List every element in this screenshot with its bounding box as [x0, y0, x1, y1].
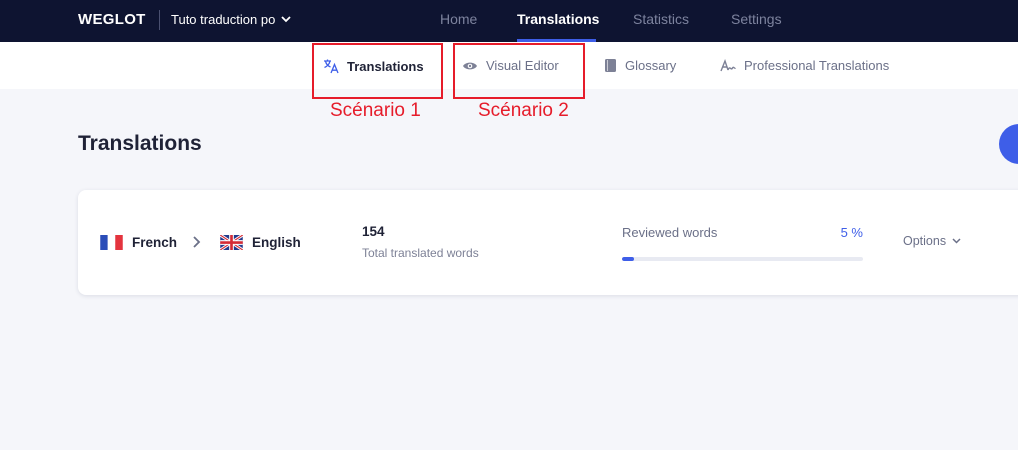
translated-words-label: Total translated words: [362, 246, 479, 260]
reviewed-words-percent: 5 %: [840, 225, 863, 240]
chevron-right-icon: [193, 236, 201, 248]
nav-settings[interactable]: Settings: [731, 11, 782, 27]
nav-statistics[interactable]: Statistics: [633, 11, 689, 27]
france-flag-icon: [100, 235, 123, 250]
target-language: English: [220, 235, 301, 250]
subtab-glossary[interactable]: Glossary: [604, 58, 676, 73]
page-title: Translations: [78, 132, 202, 155]
chevron-down-icon: [952, 238, 961, 244]
source-language-label: French: [132, 235, 178, 250]
language-pair-card[interactable]: French English 154 Total translated word…: [78, 190, 1018, 295]
subtab-glossary-label: Glossary: [625, 58, 677, 73]
project-name: Tuto traduction po: [171, 12, 276, 27]
translated-words-count: 154: [362, 224, 385, 239]
chevron-down-icon: [281, 16, 291, 23]
options-dropdown[interactable]: Options: [903, 234, 961, 248]
scenario-2-highlight-box: [453, 43, 585, 99]
action-button[interactable]: [999, 124, 1018, 164]
target-language-label: English: [252, 235, 301, 250]
weglot-logo[interactable]: WEGLOT: [78, 11, 146, 28]
uk-flag-icon: [220, 235, 243, 250]
reviewed-words-label: Reviewed words: [622, 225, 718, 240]
options-label: Options: [903, 234, 947, 248]
book-icon: [605, 59, 616, 72]
signature-icon: [720, 58, 736, 71]
scenario-2-label: Scénario 2: [478, 100, 569, 121]
reviewed-progress-bar: [622, 257, 863, 261]
scenario-1-label: Scénario 1: [330, 100, 421, 121]
nav-translations[interactable]: Translations: [517, 11, 599, 27]
nav-home[interactable]: Home: [440, 11, 477, 27]
logo-divider: [159, 10, 160, 30]
subtab-professional-translations[interactable]: Professional Translations: [720, 58, 889, 73]
top-navigation-bar: WEGLOT Tuto traduction po Home Translati…: [0, 0, 1018, 42]
subtab-professional-translations-label: Professional Translations: [744, 58, 890, 73]
source-language: French: [100, 235, 177, 250]
reviewed-progress-fill: [622, 257, 635, 261]
project-selector[interactable]: Tuto traduction po: [171, 12, 291, 27]
scenario-1-highlight-box: [312, 43, 443, 99]
